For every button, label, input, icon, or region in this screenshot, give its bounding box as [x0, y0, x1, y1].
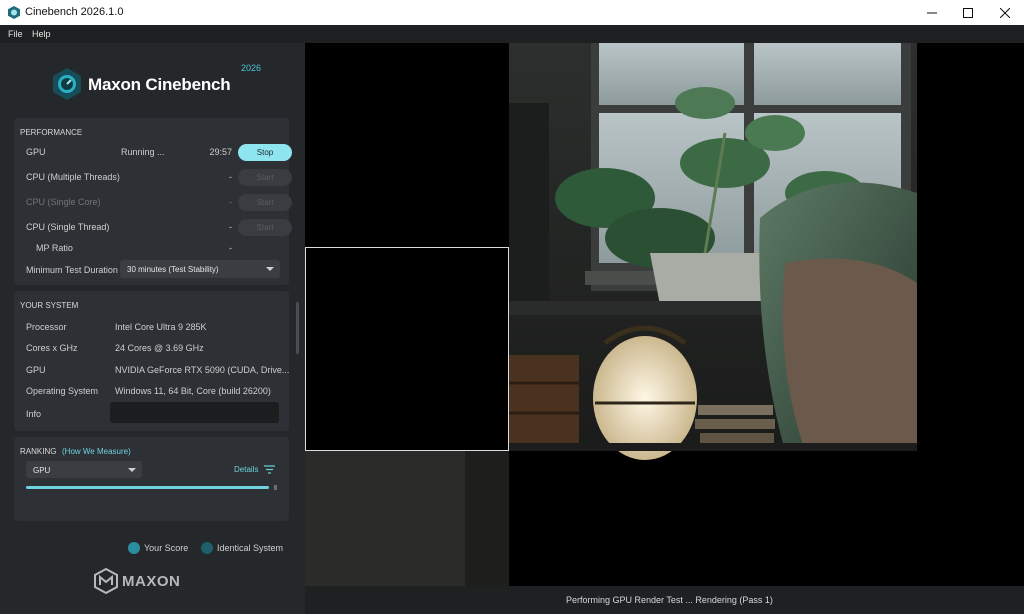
test-status: Running ...	[121, 147, 165, 157]
ranking-select[interactable]: GPU	[26, 461, 142, 478]
test-time: -	[229, 197, 232, 207]
maxon-wordmark: MAXON	[122, 573, 181, 590]
test-row-cpu-single-core: CPU (Single Core) - Start	[26, 194, 292, 211]
maximize-button[interactable]	[950, 0, 986, 25]
test-label: CPU (Multiple Threads)	[26, 172, 120, 182]
performance-card: PERFORMANCE GPU Running ... 29:57 Stop C…	[14, 118, 292, 285]
chevron-down-icon	[128, 468, 136, 472]
ranking-heading: RANKING	[20, 447, 57, 456]
test-label: CPU (Single Core)	[26, 197, 101, 207]
system-value: NVIDIA GeForce RTX 5090 (CUDA, Drive...	[115, 365, 290, 375]
start-button[interactable]: Start	[238, 219, 292, 236]
details-link[interactable]: Details	[234, 465, 258, 474]
min-duration-label: Minimum Test Duration	[26, 265, 118, 275]
menu-bar: File Help	[0, 25, 1024, 43]
brand-name: Maxon Cinebench	[88, 75, 231, 94]
left-panel: Maxon Cinebench 2026 PERFORMANCE GPU Run…	[0, 43, 305, 614]
left-panel-scrollbar[interactable]	[296, 302, 299, 354]
system-key: Cores x GHz	[26, 343, 78, 353]
identical-system-dot	[201, 542, 213, 554]
test-time: -	[229, 222, 232, 232]
how-we-measure-link[interactable]: (How We Measure)	[62, 447, 131, 456]
mp-ratio-value: -	[229, 243, 232, 253]
min-duration-value: 30 minutes (Test Stability)	[127, 265, 219, 274]
system-key: GPU	[26, 365, 46, 375]
maximize-icon	[963, 7, 973, 18]
filter-icon[interactable]	[264, 465, 275, 474]
brand-year: 2026	[241, 63, 262, 73]
rendered-tile	[509, 43, 917, 460]
your-score-dot	[128, 542, 140, 554]
test-time: -	[229, 172, 232, 182]
cinebench-logo: Maxon Cinebench 2026	[52, 63, 262, 101]
status-bar: Performing GPU Render Test ... Rendering…	[305, 586, 1024, 614]
info-field[interactable]	[110, 402, 279, 423]
stop-button[interactable]: Stop	[238, 144, 292, 161]
active-render-bucket	[305, 247, 509, 451]
cinebench-logo-icon	[53, 68, 81, 100]
system-value: 24 Cores @ 3.69 GHz	[115, 343, 204, 353]
ranking-slider[interactable]	[26, 486, 269, 489]
your-score-label: Your Score	[144, 543, 189, 553]
maxon-logo-icon	[94, 568, 118, 594]
rendered-tile-bottom	[305, 451, 509, 586]
menu-file[interactable]: File	[8, 29, 23, 39]
maxon-logo: MAXON	[94, 568, 198, 594]
render-image	[305, 43, 917, 586]
start-button[interactable]: Start	[238, 194, 292, 211]
cinebench-app-icon	[8, 6, 20, 19]
ranking-selected: GPU	[33, 466, 51, 475]
system-key: Processor	[26, 322, 67, 332]
system-key: Operating System	[26, 386, 99, 396]
render-viewport	[305, 43, 1024, 586]
ranking-card: RANKING (How We Measure) GPU Details You…	[14, 437, 289, 554]
title-bar: Cinebench 2026.1.0	[0, 0, 1024, 25]
identical-system-label: Identical System	[217, 543, 284, 553]
system-key: Info	[26, 409, 42, 419]
minimize-button[interactable]	[914, 0, 950, 25]
test-row-cpu-multi: CPU (Multiple Threads) - Start	[26, 169, 292, 186]
test-row-cpu-single-thread: CPU (Single Thread) - Start	[26, 219, 292, 236]
close-button[interactable]	[987, 0, 1023, 25]
min-duration-select[interactable]: 30 minutes (Test Stability)	[120, 260, 280, 278]
system-heading: YOUR SYSTEM	[20, 301, 79, 310]
test-label: CPU (Single Thread)	[26, 222, 110, 232]
mp-ratio-row: MP Ratio -	[26, 240, 282, 256]
minimize-icon	[927, 12, 937, 13]
ranking-slider-end	[274, 485, 277, 490]
system-value: Intel Core Ultra 9 285K	[115, 322, 207, 332]
status-text: Performing GPU Render Test ... Rendering…	[566, 595, 773, 605]
window-title: Cinebench 2026.1.0	[25, 6, 124, 18]
start-button[interactable]: Start	[238, 169, 292, 186]
test-row-gpu: GPU Running ... 29:57 Stop	[26, 144, 292, 161]
chevron-down-icon	[266, 267, 274, 271]
menu-help[interactable]: Help	[32, 29, 51, 39]
test-label: GPU	[26, 147, 46, 157]
system-card: YOUR SYSTEM Processor Intel Core Ultra 9…	[14, 291, 289, 431]
system-value: Windows 11, 64 Bit, Core (build 26200)	[115, 386, 271, 396]
close-icon	[1000, 7, 1010, 18]
test-time: 29:57	[209, 147, 232, 157]
mp-ratio-label: MP Ratio	[36, 243, 73, 253]
performance-heading: PERFORMANCE	[20, 128, 83, 137]
